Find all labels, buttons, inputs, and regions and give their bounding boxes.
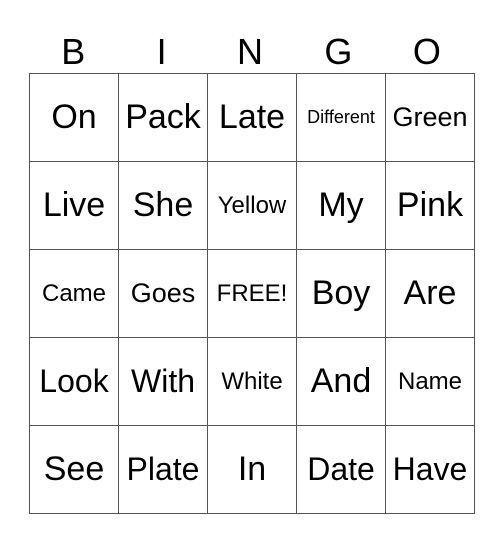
free-space-cell[interactable]: FREE! (207, 249, 297, 338)
bingo-cell[interactable]: Plate (118, 425, 208, 514)
grid-row: See Plate In Date Have (29, 425, 475, 514)
bingo-cell[interactable]: With (118, 337, 208, 426)
bingo-cell[interactable]: Different (296, 73, 386, 162)
header-letter-g: G (324, 31, 353, 72)
bingo-cell[interactable]: And (296, 337, 386, 426)
header-letter-o: O (412, 31, 441, 72)
bingo-cell[interactable]: Pink (385, 161, 475, 250)
grid-row: Live She Yellow My Pink (29, 161, 475, 250)
bingo-cell[interactable]: Pack (118, 73, 208, 162)
bingo-cell[interactable]: My (296, 161, 386, 250)
header-letter-b: B (61, 31, 86, 72)
bingo-grid: On Pack Late Different Green Live She Ye… (29, 73, 475, 514)
bingo-cell[interactable]: Came (29, 249, 119, 338)
grid-row: Look With White And Name (29, 337, 475, 426)
bingo-cell[interactable]: White (207, 337, 297, 426)
bingo-cell[interactable]: Look (29, 337, 119, 426)
bingo-cell[interactable]: Boy (296, 249, 386, 338)
bingo-cell[interactable]: Date (296, 425, 386, 514)
bingo-cell[interactable]: On (29, 73, 119, 162)
bingo-cell[interactable]: Green (385, 73, 475, 162)
header-letter-n: N (237, 31, 264, 72)
bingo-cell[interactable]: Have (385, 425, 475, 514)
bingo-cell[interactable]: In (207, 425, 297, 514)
bingo-cell[interactable]: Yellow (207, 161, 297, 250)
bingo-cell[interactable]: She (118, 161, 208, 250)
bingo-cell[interactable]: Goes (118, 249, 208, 338)
bingo-cell[interactable]: Late (207, 73, 297, 162)
header-letter-i: I (156, 31, 167, 72)
grid-row: Came Goes FREE! Boy Are (29, 249, 475, 338)
bingo-cell[interactable]: Live (29, 161, 119, 250)
bingo-cell[interactable]: Are (385, 249, 475, 338)
bingo-cell[interactable]: Name (385, 337, 475, 426)
grid-row: On Pack Late Different Green (29, 73, 475, 162)
bingo-cell[interactable]: See (29, 425, 119, 514)
bingo-header: B I N G O (29, 30, 471, 73)
